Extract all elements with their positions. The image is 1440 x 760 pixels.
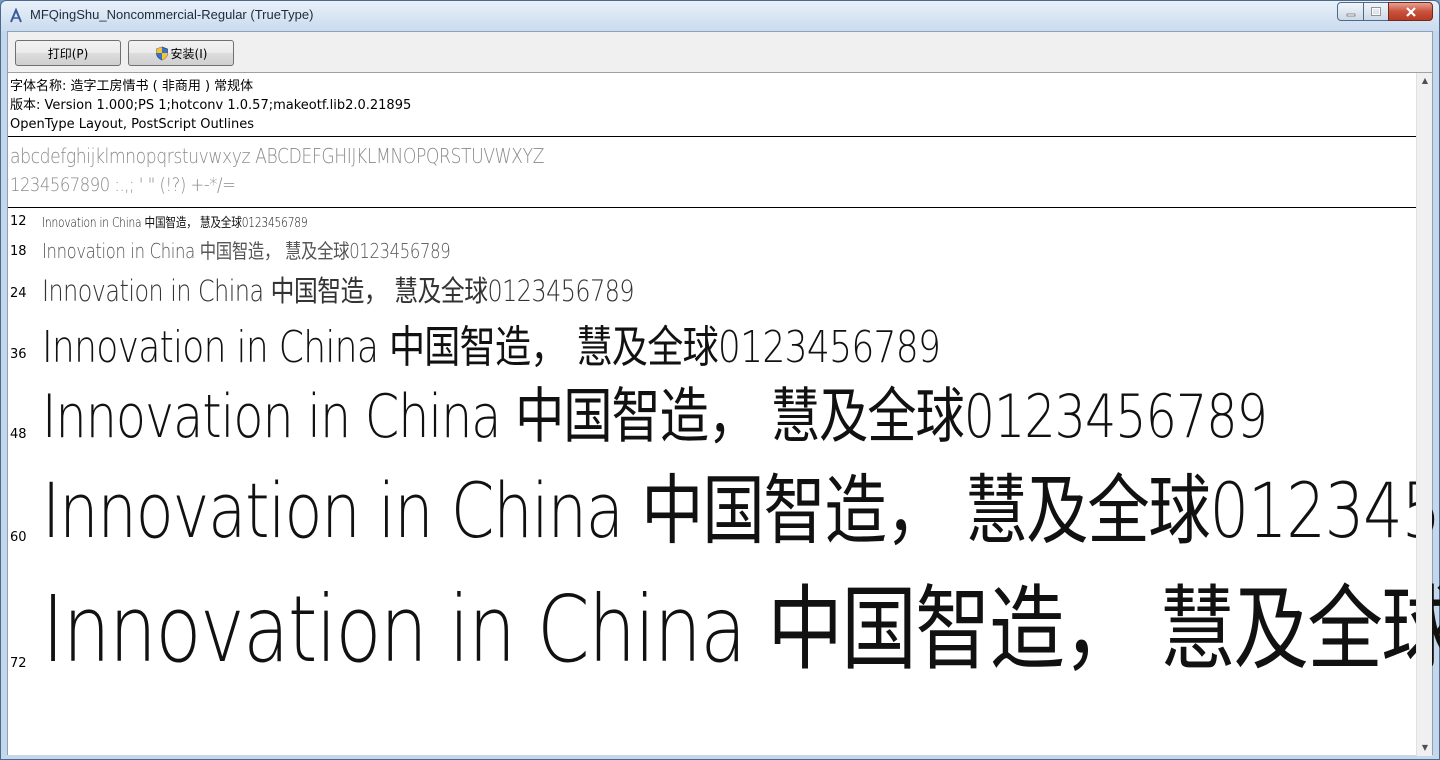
- client-area: 打印(P) 安装(I) 字体名称: 造字工房情书 ( 非商用 ) 常规体 版本:…: [7, 31, 1440, 756]
- scroll-up-icon[interactable]: ▲: [1420, 76, 1430, 86]
- sample-size-label: 36: [10, 347, 27, 362]
- sample-size-label: 24: [10, 286, 27, 301]
- font-viewer-icon: [10, 8, 22, 23]
- font-outline-line: OpenType Layout, PostScript Outlines: [10, 117, 255, 132]
- close-icon: [1405, 6, 1416, 17]
- sample-text: Innovation in China 中国智造， 慧及全球0123456789: [42, 274, 635, 308]
- close-button[interactable]: [1388, 2, 1433, 21]
- minimize-icon: [1346, 13, 1355, 16]
- title-bar[interactable]: MFQingShu_Noncommercial-Regular (TrueTyp…: [1, 1, 1439, 31]
- install-button[interactable]: 安装(I): [128, 40, 234, 66]
- vertical-scrollbar[interactable]: ▲ ▼: [1416, 73, 1432, 756]
- font-info: 字体名称: 造字工房情书 ( 非商用 ) 常规体 版本: Version 1.0…: [10, 77, 411, 134]
- font-name-line: 字体名称: 造字工房情书 ( 非商用 ) 常规体: [10, 79, 254, 94]
- sample-text: Innovation in China 中国智造， 慧及全球0123456789: [42, 466, 1440, 555]
- sample-text: Innovation in China 中国智造， 慧及全球0123456789: [42, 382, 1268, 452]
- sample-text: Innovation in China 中国智造， 慧及全球0123456789: [42, 322, 941, 373]
- scroll-down-icon[interactable]: ▼: [1420, 743, 1430, 753]
- sample-text: Innovation in China 中国智造， 慧及全球0123456789: [42, 576, 1440, 683]
- install-button-label: 安装(I): [170, 46, 208, 61]
- uac-shield-icon: [155, 46, 168, 60]
- divider: [8, 136, 1416, 137]
- sample-size-label: 48: [10, 427, 27, 442]
- font-version-line: 版本: Version 1.000;PS 1;hotconv 1.0.57;ma…: [10, 98, 412, 113]
- sample-text: Innovation in China 中国智造， 慧及全球0123456789: [42, 239, 451, 263]
- sample-size-label: 60: [10, 530, 27, 545]
- window-title: MFQingShu_Noncommercial-Regular (TrueTyp…: [30, 7, 314, 22]
- minimize-button[interactable]: [1337, 2, 1364, 21]
- font-preview-pane: 字体名称: 造字工房情书 ( 非商用 ) 常规体 版本: Version 1.0…: [8, 72, 1440, 756]
- sample-size-label: 72: [10, 656, 27, 671]
- maximize-button[interactable]: [1363, 2, 1389, 21]
- sample-size-label: 12: [10, 214, 27, 229]
- toolbar: 打印(P) 安装(I): [8, 32, 1432, 72]
- caption-buttons: [1337, 2, 1433, 21]
- print-button-label: 打印(P): [47, 46, 89, 61]
- divider: [8, 207, 1416, 208]
- sample-size-label: 18: [10, 244, 27, 259]
- sample-text: Innovation in China 中国智造， 慧及全球0123456789: [42, 216, 308, 231]
- charset-digits: 1234567890 :.,; ' " (!?) +-*/=: [10, 174, 236, 196]
- maximize-icon: [1371, 6, 1381, 16]
- print-button[interactable]: 打印(P): [15, 40, 121, 66]
- charset-letters: abcdefghijklmnopqrstuvwxyz ABCDEFGHIJKLM…: [10, 144, 544, 168]
- font-viewer-window: MFQingShu_Noncommercial-Regular (TrueTyp…: [0, 0, 1440, 760]
